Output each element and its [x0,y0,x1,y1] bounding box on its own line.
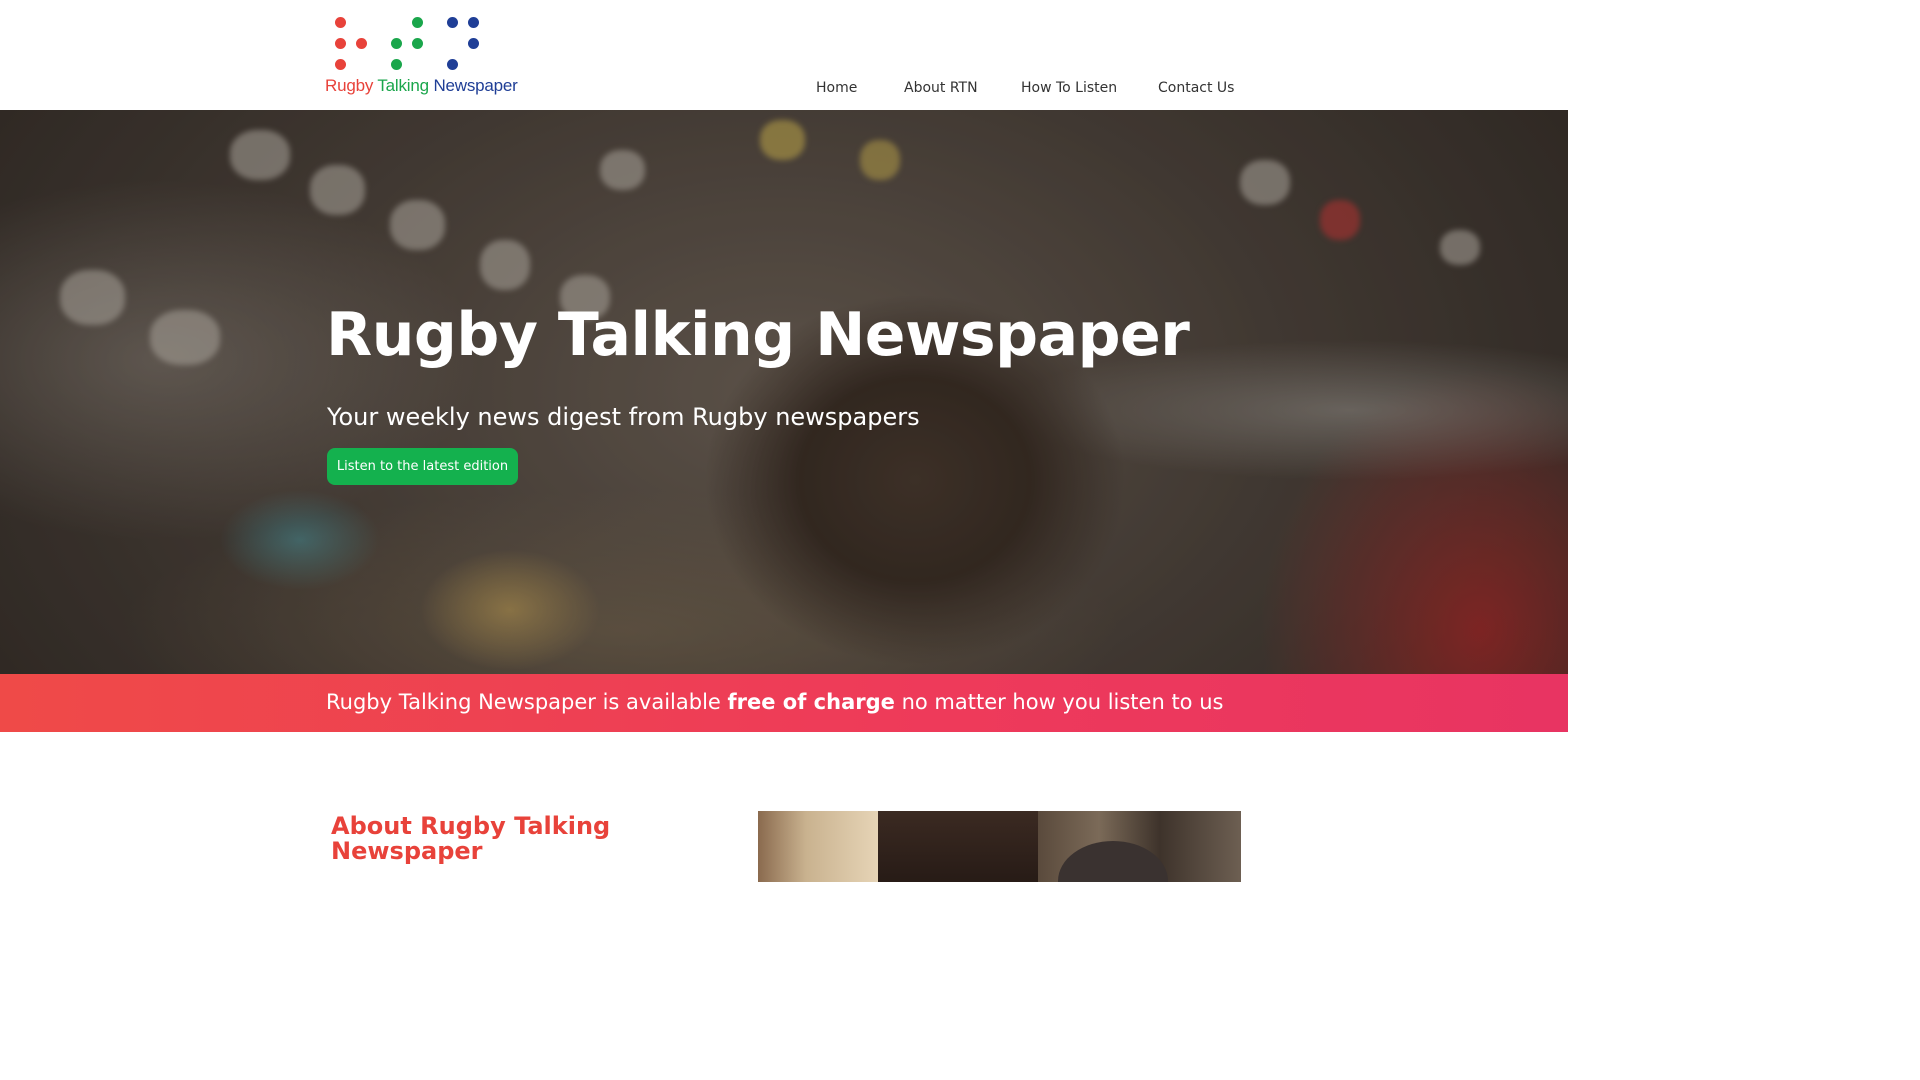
listen-latest-edition-button[interactable]: Listen to the latest edition [327,448,518,485]
logo-word-talking: Talking [377,76,429,95]
site-header: Rugby Talking Newspaper Home About RTN H… [0,0,1568,110]
banner-text-after: no matter how you listen to us [894,690,1224,714]
free-of-charge-banner: Rugby Talking Newspaper is available fre… [0,674,1568,732]
nav-item-about-rtn[interactable]: About RTN [904,80,978,96]
hero-section: Rugby Talking Newspaper Your weekly news… [0,110,1568,674]
logo-wordmark: Rugby Talking Newspaper [325,76,518,96]
about-photo [758,811,1241,882]
logo-word-rugby: Rugby [325,76,374,95]
braille-dots-icon [334,16,484,70]
about-section-title: About Rugby Talking Newspaper [331,812,611,865]
site-logo[interactable]: Rugby Talking Newspaper [324,14,526,100]
nav-item-home[interactable]: Home [816,80,857,96]
logo-word-newspaper: Newspaper [433,76,518,95]
banner-text-bold: free of charge [727,690,895,714]
hero-subtitle: Your weekly news digest from Rugby newsp… [327,403,920,431]
banner-text-before: Rugby Talking Newspaper is available [326,690,728,714]
hero-title: Rugby Talking Newspaper [326,300,1190,370]
nav-item-how-to-listen[interactable]: How To Listen [1021,80,1117,96]
nav-item-contact-us[interactable]: Contact Us [1158,80,1234,96]
banner-text: Rugby Talking Newspaper is available fre… [326,690,1223,714]
